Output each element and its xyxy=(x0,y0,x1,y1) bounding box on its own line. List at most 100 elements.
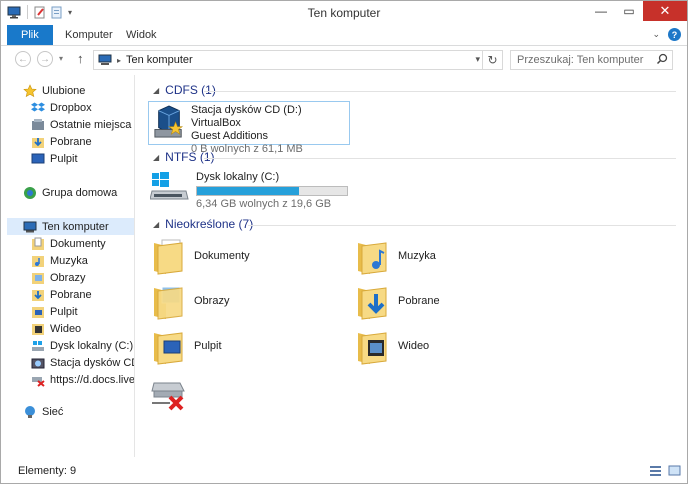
recent-places-icon xyxy=(31,118,45,132)
nav-label: Wideo xyxy=(50,322,82,335)
ribbon-tabs: Plik Komputer Widok ⌄ ? xyxy=(1,25,687,46)
computer-icon xyxy=(98,54,112,65)
arrow-left-icon: ← xyxy=(18,53,28,65)
group-header-ntfs[interactable]: ◢ NTFS (1) xyxy=(153,150,215,164)
homegroup-icon xyxy=(23,186,37,200)
nav-music[interactable]: Muzyka xyxy=(31,252,88,269)
group-header-cdfs[interactable]: ◢ CDFS (1) xyxy=(153,83,216,97)
nav-network-drive[interactable]: https://d.docs.live.n xyxy=(31,371,135,388)
nav-documents[interactable]: Dokumenty xyxy=(31,235,106,252)
nav-network[interactable]: Sieć xyxy=(23,403,63,420)
folder-label: Pobrane xyxy=(398,295,440,307)
pictures-folder-icon xyxy=(154,286,183,320)
nav-desktop[interactable]: Pulpit xyxy=(31,150,78,167)
local-disk-text: Dysk lokalny (C:) 6,34 GB wolnych z 19,6… xyxy=(196,171,348,211)
group-header-other[interactable]: ◢ Nieokreślone (7) xyxy=(153,217,253,231)
breadcrumb-current[interactable]: Ten komputer xyxy=(126,54,193,66)
group-label: CDFS (1) xyxy=(165,83,216,97)
music-folder-icon xyxy=(358,242,387,275)
maximize-icon: ▭ xyxy=(623,4,635,18)
nav-desktop-pc[interactable]: Pulpit xyxy=(31,303,78,320)
forward-button[interactable]: → xyxy=(37,51,53,67)
group-divider xyxy=(204,158,676,159)
documents-folder-icon xyxy=(31,237,45,251)
disk-usage-bar xyxy=(196,186,348,196)
minimize-button[interactable]: — xyxy=(587,1,615,21)
nav-homegroup[interactable]: Grupa domowa xyxy=(23,184,117,201)
disconnected-drive-icon xyxy=(31,373,45,387)
local-disk-free: 6,34 GB wolnych z 19,6 GB xyxy=(196,198,332,210)
nav-label: https://d.docs.live.n xyxy=(50,373,135,386)
nav-label: Dropbox xyxy=(50,101,92,114)
computer-icon xyxy=(23,220,37,234)
tab-view[interactable]: Widok xyxy=(114,25,169,45)
nav-cd-drive[interactable]: Stacja dysków CD (D xyxy=(31,354,134,371)
local-disk-icon xyxy=(31,339,45,353)
tab-file[interactable]: Plik xyxy=(7,25,53,45)
details-view-icon[interactable] xyxy=(649,464,662,477)
address-bar[interactable]: ▸ Ten komputer ▾ ↻ xyxy=(93,50,503,70)
cd-drive-tile[interactable]: Stacja dysków CD (D:) VirtualBox Guest A… xyxy=(148,101,350,155)
folder-pictures[interactable]: Obrazy xyxy=(152,282,229,320)
nav-videos[interactable]: Wideo xyxy=(31,320,81,337)
star-icon xyxy=(23,83,37,98)
documents-folder-icon xyxy=(154,239,183,275)
desktop-icon xyxy=(31,152,45,166)
recent-dropdown-icon[interactable]: ▾ xyxy=(59,54,63,63)
disconnected-network-drive[interactable] xyxy=(150,377,190,411)
breadcrumb-separator-icon: ▸ xyxy=(117,55,122,65)
nav-label: Grupa domowa xyxy=(42,186,118,199)
nav-downloads[interactable]: Pobrane xyxy=(31,133,92,150)
group-divider xyxy=(204,91,676,92)
nav-this-pc[interactable]: Ten komputer xyxy=(7,218,134,235)
nav-pictures[interactable]: Obrazy xyxy=(31,269,85,286)
nav-label: Pobrane xyxy=(50,135,92,148)
nav-label: Sieć xyxy=(42,405,64,418)
music-folder-icon xyxy=(31,254,45,268)
pictures-folder-icon xyxy=(31,271,45,285)
nav-label: Stacja dysków CD (D xyxy=(50,356,134,369)
nav-downloads-pc[interactable]: Pobrane xyxy=(31,286,92,303)
nav-label: Pulpit xyxy=(50,305,78,318)
view-switcher xyxy=(649,464,681,477)
up-arrow-icon[interactable]: ↑ xyxy=(77,51,84,66)
address-dropdown-icon[interactable]: ▾ xyxy=(475,54,480,65)
minimize-icon: — xyxy=(595,4,607,18)
window-controls: — ▭ ✕ xyxy=(587,1,687,21)
nav-label: Ostatnie miejsca xyxy=(50,118,132,131)
folder-label: Wideo xyxy=(398,340,430,352)
expand-ribbon-icon[interactable]: ⌄ xyxy=(652,29,660,40)
cd-drive-title-2: Guest Additions xyxy=(191,130,269,142)
search-input[interactable]: Przeszukaj: Ten komputer xyxy=(517,54,643,66)
local-disk-tile[interactable]: Dysk lokalny (C:) 6,34 GB wolnych z 19,6… xyxy=(150,171,364,211)
group-divider xyxy=(248,225,676,226)
nav-label: Dokumenty xyxy=(50,237,106,250)
arrow-right-icon: → xyxy=(40,53,50,65)
folder-music[interactable]: Muzyka xyxy=(356,237,436,275)
nav-label: Dysk lokalny (C:) xyxy=(50,339,134,352)
nav-recent-places[interactable]: Ostatnie miejsca xyxy=(31,116,131,133)
folder-documents[interactable]: Dokumenty xyxy=(152,237,250,275)
refresh-button[interactable]: ↻ xyxy=(482,51,502,69)
search-box[interactable]: Przeszukaj: Ten komputer xyxy=(510,50,673,70)
folder-videos[interactable]: Wideo xyxy=(356,327,429,365)
explorer-window: ▾ Ten komputer — ▭ ✕ Plik Komputer Widok… xyxy=(0,0,688,484)
maximize-button[interactable]: ▭ xyxy=(615,1,643,21)
nav-favorites[interactable]: Ulubione xyxy=(23,82,85,99)
help-icon[interactable]: ? xyxy=(668,28,681,41)
folder-downloads[interactable]: Pobrane xyxy=(356,282,440,320)
search-icon[interactable] xyxy=(656,53,668,65)
disk-usage-fill xyxy=(197,187,299,195)
desktop-folder-icon xyxy=(31,305,45,319)
large-icons-view-icon[interactable] xyxy=(668,464,681,477)
nav-dropbox[interactable]: Dropbox xyxy=(31,99,92,116)
local-disk-title: Dysk lokalny (C:) xyxy=(196,171,280,183)
folder-desktop[interactable]: Pulpit xyxy=(152,327,222,365)
nav-local-disk[interactable]: Dysk lokalny (C:) xyxy=(31,337,133,354)
close-button[interactable]: ✕ xyxy=(643,1,687,21)
nav-label: Obrazy xyxy=(50,271,86,284)
downloads-folder-icon xyxy=(358,287,387,320)
back-button[interactable]: ← xyxy=(15,51,31,67)
window-title: Ten komputer xyxy=(307,6,381,20)
group-label: Nieokreślone (7) xyxy=(165,217,254,231)
